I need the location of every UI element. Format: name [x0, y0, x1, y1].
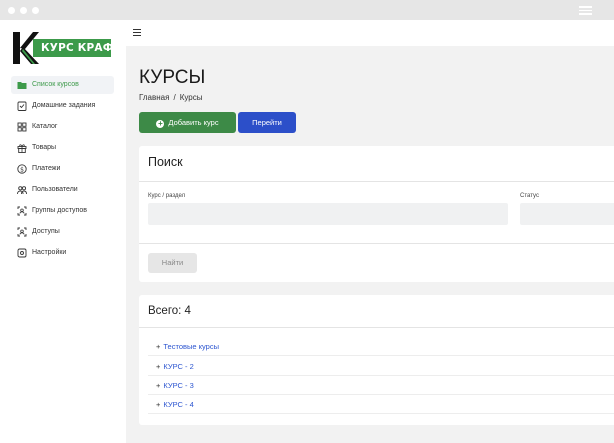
- breadcrumb-current: Курсы: [179, 93, 203, 102]
- sidebar-item-label: Доступы: [32, 228, 60, 235]
- expand-plus-icon[interactable]: +: [156, 400, 160, 409]
- plus-circle-icon: +: [156, 119, 165, 128]
- sidebar-item-label: Товары: [32, 144, 57, 151]
- course-field-label: Курс / раздел: [148, 193, 186, 199]
- page-title: КУРСЫ: [139, 67, 206, 88]
- breadcrumb: Главная / Курсы: [139, 93, 202, 102]
- window-minimize-dot[interactable]: [20, 7, 27, 14]
- window-maximize-dot[interactable]: [32, 7, 39, 14]
- sidebar-item-label: Список курсов: [32, 81, 79, 88]
- sidebar-item-homework[interactable]: Домашние задания: [11, 97, 114, 115]
- divider: [139, 181, 614, 182]
- main-content: КУРСЫ Главная / Курсы + Добавить курс Перей…: [126, 46, 614, 443]
- sidebar-item-label: Группы доступов: [32, 207, 87, 214]
- gear-icon: [17, 248, 27, 258]
- sidebar-item-users[interactable]: Пользователи: [11, 181, 114, 199]
- access-icon: [17, 227, 27, 237]
- list-item[interactable]: + КУРС - 2: [148, 357, 614, 376]
- sidebar-item-payments[interactable]: $ Платежи: [11, 160, 114, 178]
- divider: [139, 243, 614, 244]
- course-link[interactable]: КУРС - 2: [163, 362, 193, 371]
- gift-icon: [17, 143, 27, 153]
- status-field-select[interactable]: [520, 203, 614, 225]
- expand-plus-icon[interactable]: +: [156, 342, 160, 351]
- sidebar-item-settings[interactable]: Настройки: [11, 244, 114, 262]
- sidebar: КУРС КРАФТ Список курсов Домашние задани…: [0, 20, 126, 443]
- sidebar-item-label: Пользователи: [32, 186, 78, 193]
- sidebar-item-label: Настройки: [32, 249, 67, 256]
- course-link[interactable]: КУРС - 3: [163, 381, 193, 390]
- svg-text:$: $: [20, 166, 24, 173]
- window-menu-icon[interactable]: [579, 6, 592, 15]
- sidebar-item-course-list[interactable]: Список курсов: [11, 76, 114, 94]
- grid-icon: [17, 122, 27, 132]
- dollar-icon: $: [17, 164, 27, 174]
- status-field-label: Статус: [520, 193, 539, 199]
- courses-card: Всего: 4 + Тестовые курсы + КУРС - 2 + КУРС…: [139, 295, 614, 425]
- expand-plus-icon[interactable]: +: [156, 362, 160, 371]
- breadcrumb-home-link[interactable]: Главная: [139, 93, 169, 102]
- sidebar-item-label: Платежи: [32, 165, 61, 172]
- window-close-dot[interactable]: [8, 7, 15, 14]
- access-group-icon: [17, 206, 27, 216]
- find-button[interactable]: Найти: [148, 253, 197, 273]
- sidebar-item-access-groups[interactable]: Группы доступов: [11, 202, 114, 220]
- sidebar-item-label: Домашние задания: [32, 102, 96, 109]
- expand-plus-icon[interactable]: +: [156, 381, 160, 390]
- folder-icon: [17, 80, 27, 90]
- homework-icon: [17, 101, 27, 111]
- logo-text: КУРС КРАФТ: [33, 39, 121, 57]
- brand-logo[interactable]: КУРС КРАФТ: [11, 30, 121, 66]
- divider: [139, 327, 614, 328]
- top-bar: [126, 20, 614, 46]
- course-link[interactable]: Тестовые курсы: [163, 342, 219, 351]
- sidebar-item-products[interactable]: Товары: [11, 139, 114, 157]
- breadcrumb-separator: /: [173, 93, 176, 102]
- search-card: Поиск Курс / раздел Статус Найти: [139, 146, 614, 282]
- sidebar-item-access[interactable]: Доступы: [11, 223, 114, 241]
- search-title: Поиск: [148, 155, 183, 169]
- list-item[interactable]: + Тестовые курсы: [148, 337, 614, 356]
- add-course-button[interactable]: + Добавить курс: [139, 112, 236, 133]
- app-window: КУРС КРАФТ Список курсов Домашние задани…: [0, 0, 614, 443]
- add-course-label: Добавить курс: [168, 118, 219, 127]
- go-button[interactable]: Перейти: [238, 112, 296, 133]
- list-item[interactable]: + КУРС - 4: [148, 395, 614, 414]
- hamburger-menu-icon[interactable]: [133, 29, 141, 37]
- users-icon: [17, 185, 27, 195]
- total-count: Всего: 4: [148, 305, 191, 317]
- list-item[interactable]: + КУРС - 3: [148, 376, 614, 395]
- window-titlebar: [0, 0, 614, 20]
- sidebar-item-catalog[interactable]: Каталог: [11, 118, 114, 136]
- course-field-input[interactable]: [148, 203, 508, 225]
- course-link[interactable]: КУРС - 4: [163, 400, 193, 409]
- sidebar-item-label: Каталог: [32, 123, 58, 130]
